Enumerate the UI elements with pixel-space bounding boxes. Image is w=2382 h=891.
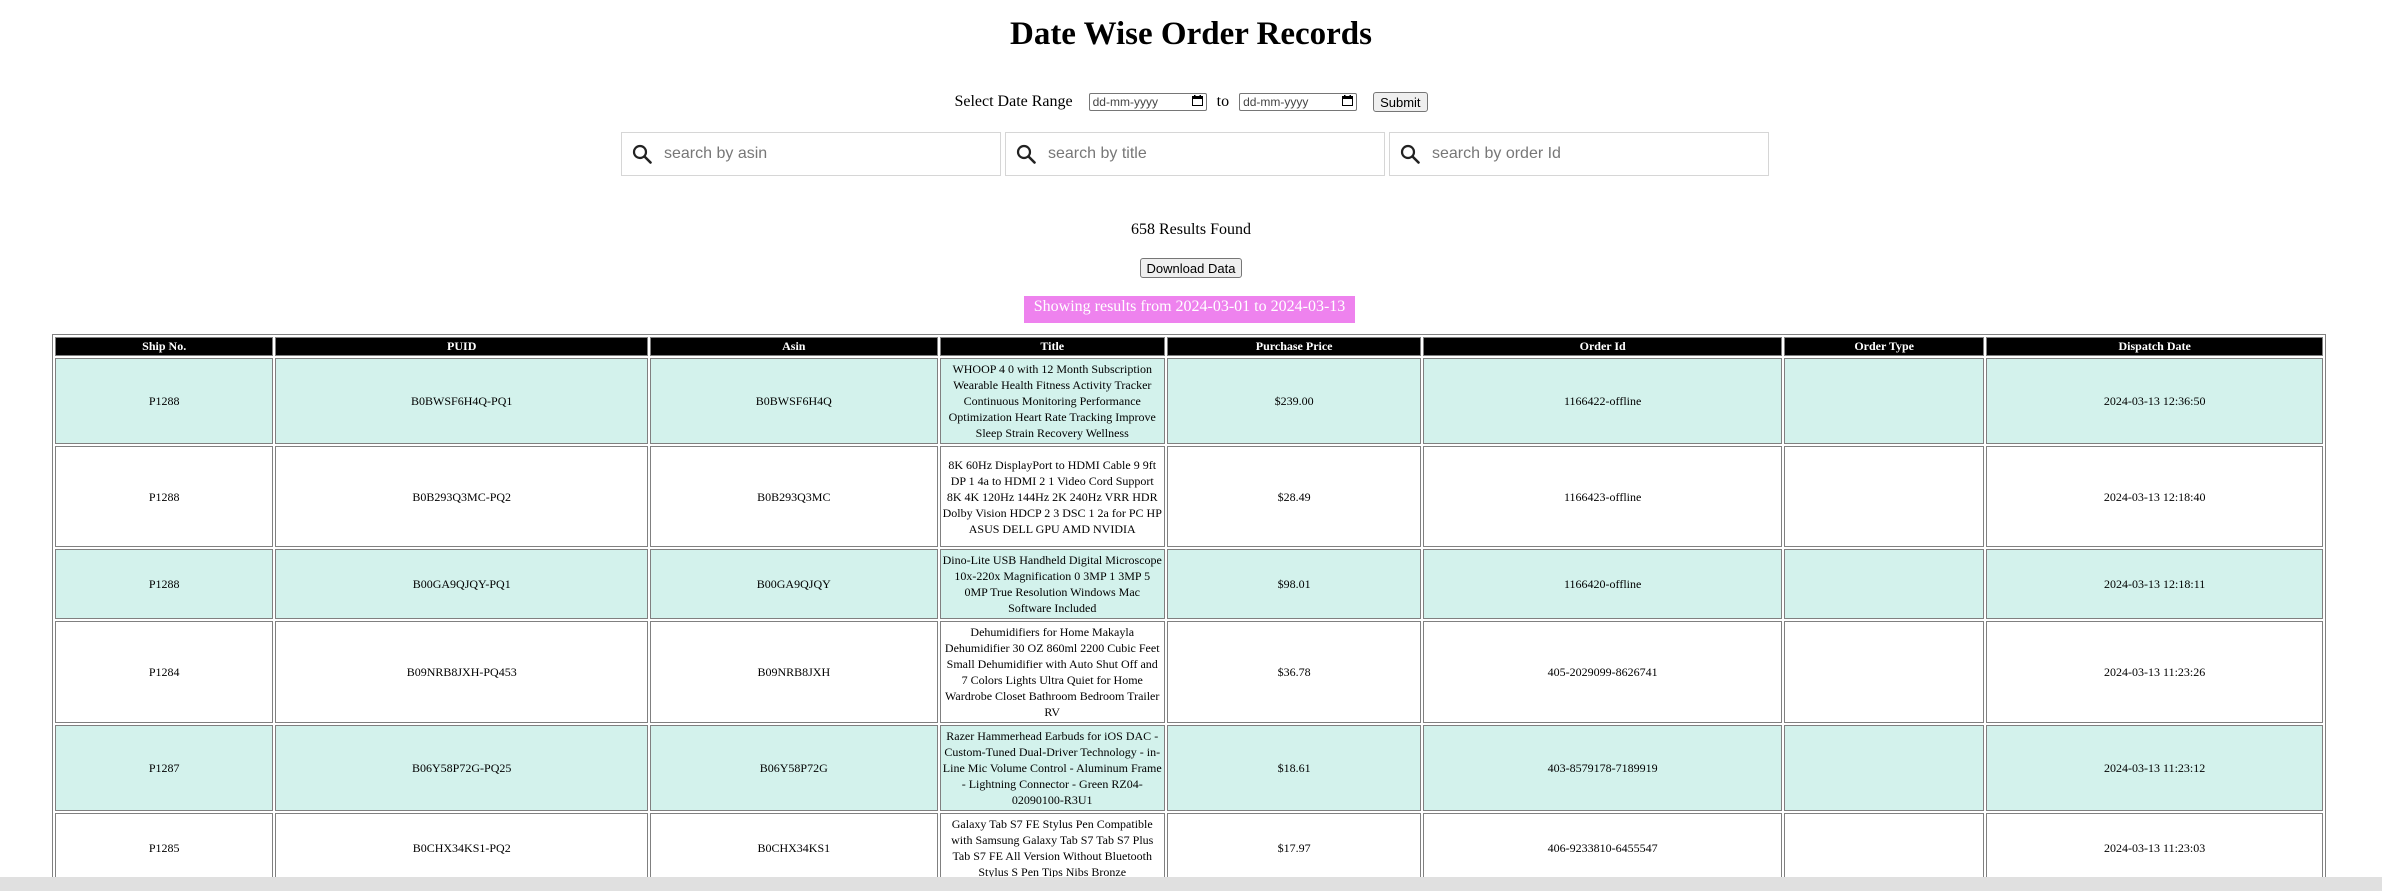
order-type-cell <box>1783 358 1985 444</box>
date-range-label: Select Date Range <box>954 93 1073 110</box>
title-cell: Dino-Lite USB Handheld Digital Microscop… <box>939 549 1165 619</box>
column-header[interactable]: Order Type <box>1783 337 1985 356</box>
search-icon <box>1400 144 1420 164</box>
search-title-input[interactable]: search by title <box>1005 132 1385 176</box>
ship-no-cell: P1288 <box>55 446 274 547</box>
dispatch-date-cell: 2024-03-13 12:18:11 <box>1986 549 2323 619</box>
search-asin-input[interactable]: search by asin <box>621 132 1001 176</box>
order-type-cell <box>1783 549 1985 619</box>
order-id-cell: 403-8579178-7189919 <box>1423 725 1782 811</box>
title-cell: 8K 60Hz DisplayPort to HDMI Cable 9 9ft … <box>939 446 1165 547</box>
table-row: P1284 B09NRB8JXH-PQ453 B09NRB8JXH Dehumi… <box>55 621 2323 723</box>
table-row: P1287 B06Y58P72G-PQ25 B06Y58P72G Razer H… <box>55 725 2323 811</box>
column-header[interactable]: Asin <box>650 337 938 356</box>
puid-cell: B06Y58P72G-PQ25 <box>275 725 649 811</box>
search-icon <box>1016 144 1036 164</box>
orders-table-container: Ship No. PUID Asin Title Purchase Price … <box>52 334 2326 886</box>
download-data-button[interactable]: Download Data <box>1139 258 1243 278</box>
title-cell: WHOOP 4 0 with 12 Month Subscription Wea… <box>939 358 1165 444</box>
page-title: Date Wise Order Records <box>1009 16 1373 52</box>
column-header[interactable]: Ship No. <box>55 337 274 356</box>
order-type-cell <box>1783 725 1985 811</box>
asin-cell: B00GA9QJQY <box>650 549 938 619</box>
asin-cell: B0CHX34KS1 <box>650 813 938 883</box>
ship-no-cell: P1284 <box>55 621 274 723</box>
asin-cell: B06Y58P72G <box>650 725 938 811</box>
puid-cell: B0CHX34KS1-PQ2 <box>275 813 649 883</box>
table-header-row: Ship No. PUID Asin Title Purchase Price … <box>55 337 2323 356</box>
order-type-cell <box>1783 813 1985 883</box>
table-row: P1288 B0B293Q3MC-PQ2 B0B293Q3MC 8K 60Hz … <box>55 446 2323 547</box>
price-cell: $98.01 <box>1166 549 1422 619</box>
search-title-placeholder: search by title <box>1048 145 1147 162</box>
dispatch-date-cell: 2024-03-13 11:23:26 <box>1986 621 2323 723</box>
dispatch-date-cell: 2024-03-13 12:18:40 <box>1986 446 2323 547</box>
price-cell: $17.97 <box>1166 813 1422 883</box>
price-cell: $239.00 <box>1166 358 1422 444</box>
order-id-cell: 406-9233810-6455547 <box>1423 813 1782 883</box>
search-order-input[interactable]: search by order Id <box>1389 132 1769 176</box>
order-type-cell <box>1783 621 1985 723</box>
search-asin-placeholder: search by asin <box>664 145 768 162</box>
column-header[interactable]: Order Id <box>1423 337 1782 356</box>
search-bar: search by asin search by title search by… <box>621 132 1769 176</box>
ship-no-cell: P1288 <box>55 549 274 619</box>
column-header[interactable]: Title <box>939 337 1165 356</box>
title-cell: Razer Hammerhead Earbuds for iOS DAC - C… <box>939 725 1165 811</box>
dispatch-date-cell: 2024-03-13 11:23:12 <box>1986 725 2323 811</box>
asin-cell: B0B293Q3MC <box>650 446 938 547</box>
table-row: P1288 B00GA9QJQY-PQ1 B00GA9QJQY Dino-Lit… <box>55 549 2323 619</box>
calendar-icon[interactable] <box>1342 95 1354 109</box>
order-type-cell <box>1783 446 1985 547</box>
search-order-placeholder: search by order Id <box>1432 145 1561 162</box>
search-icon <box>632 144 652 164</box>
column-header[interactable]: PUID <box>275 337 649 356</box>
order-id-cell: 405-2029099-8626741 <box>1423 621 1782 723</box>
column-header[interactable]: Purchase Price <box>1166 337 1422 356</box>
puid-cell: B09NRB8JXH-PQ453 <box>275 621 649 723</box>
submit-button[interactable]: Submit <box>1373 92 1428 112</box>
to-date-input[interactable]: dd-mm-yyyy <box>1239 93 1358 111</box>
results-range-badge: Showing results from 2024-03-01 to 2024-… <box>1024 296 1355 323</box>
orders-table: Ship No. PUID Asin Title Purchase Price … <box>52 334 2326 886</box>
ship-no-cell: P1285 <box>55 813 274 883</box>
asin-cell: B09NRB8JXH <box>650 621 938 723</box>
price-cell: $18.61 <box>1166 725 1422 811</box>
column-header[interactable]: Dispatch Date <box>1986 337 2323 356</box>
puid-cell: B0B293Q3MC-PQ2 <box>275 446 649 547</box>
date-range-filter: Select Date Range dd-mm-yyyy to dd-mm-yy… <box>0 92 2382 112</box>
title-cell: Galaxy Tab S7 FE Stylus Pen Compatible w… <box>939 813 1165 883</box>
horizontal-scrollbar[interactable] <box>0 877 2382 891</box>
order-id-cell: 1166420-offline <box>1423 549 1782 619</box>
calendar-icon[interactable] <box>1191 95 1203 109</box>
table-row: P1285 B0CHX34KS1-PQ2 B0CHX34KS1 Galaxy T… <box>55 813 2323 883</box>
ship-no-cell: P1288 <box>55 358 274 444</box>
ship-no-cell: P1287 <box>55 725 274 811</box>
from-date-input[interactable]: dd-mm-yyyy <box>1088 93 1207 111</box>
price-cell: $36.78 <box>1166 621 1422 723</box>
dispatch-date-cell: 2024-03-13 11:23:03 <box>1986 813 2323 883</box>
price-cell: $28.49 <box>1166 446 1422 547</box>
order-id-cell: 1166423-offline <box>1423 446 1782 547</box>
dispatch-date-cell: 2024-03-13 12:36:50 <box>1986 358 2323 444</box>
order-id-cell: 1166422-offline <box>1423 358 1782 444</box>
puid-cell: B00GA9QJQY-PQ1 <box>275 549 649 619</box>
from-date-placeholder: dd-mm-yyyy <box>1092 95 1158 109</box>
asin-cell: B0BWSF6H4Q <box>650 358 938 444</box>
to-label: to <box>1216 93 1230 110</box>
puid-cell: B0BWSF6H4Q-PQ1 <box>275 358 649 444</box>
title-cell: Dehumidifiers for Home Makayla Dehumidif… <box>939 621 1165 723</box>
table-row: P1288 B0BWSF6H4Q-PQ1 B0BWSF6H4Q WHOOP 4 … <box>55 358 2323 444</box>
results-count: 658 Results Found <box>1130 221 1251 238</box>
to-date-placeholder: dd-mm-yyyy <box>1243 95 1309 109</box>
